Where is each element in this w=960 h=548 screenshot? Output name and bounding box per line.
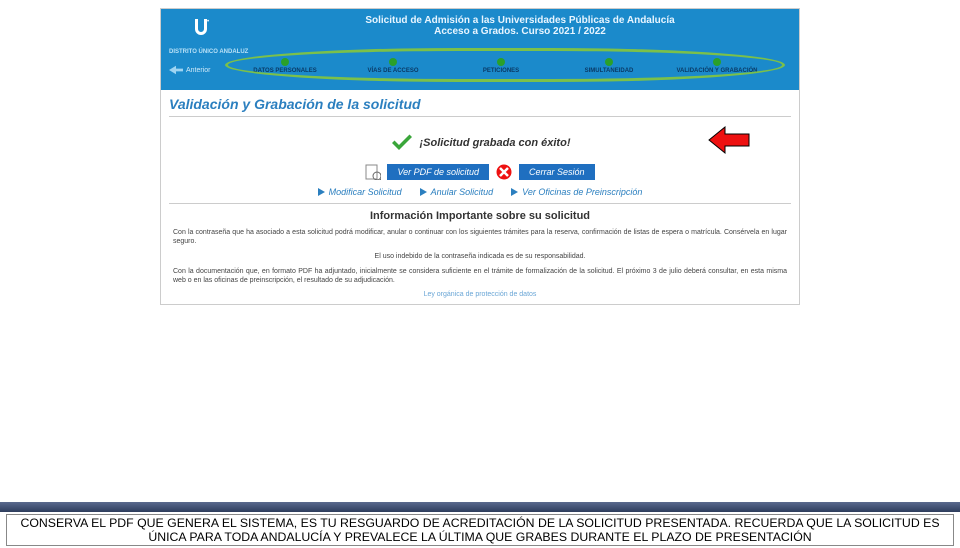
app-window: • Solicitud de Admisión a las Universida…	[160, 8, 800, 305]
view-pdf-button[interactable]: Ver PDF de solicitud	[387, 164, 489, 180]
modify-link[interactable]: Modificar Solicitud	[318, 187, 402, 197]
close-session-icon	[495, 163, 513, 181]
info-paragraph-2: El uso indebido de la contraseña indicad…	[169, 252, 791, 261]
step-validacion[interactable]: VALIDACIÓN Y GRABACIÓN	[663, 58, 771, 74]
attention-arrow-icon	[707, 125, 751, 155]
legal-link[interactable]: Ley orgánica de protección de datos	[169, 291, 791, 298]
step-vias-acceso[interactable]: VÍAS DE ACCESO	[339, 58, 447, 74]
success-message-row: ¡Solicitud grabada con éxito!	[169, 131, 791, 155]
secondary-links: Modificar Solicitud Anular Solicitud Ver…	[169, 187, 791, 204]
primary-actions: Ver PDF de solicitud Cerrar Sesión	[169, 163, 791, 181]
info-paragraph-1: Con la contraseña que ha asociado a esta…	[169, 228, 791, 246]
header-title-1: Solicitud de Admisión a las Universidade…	[241, 15, 799, 26]
slide-footer: CONSERVA EL PDF QUE GENERA EL SISTEMA, E…	[0, 502, 960, 546]
play-icon	[511, 188, 519, 196]
app-header: • Solicitud de Admisión a las Universida…	[161, 9, 799, 90]
pdf-icon	[365, 164, 381, 180]
check-icon	[390, 131, 414, 155]
offices-link[interactable]: Ver Oficinas de Preinscripción	[511, 187, 642, 197]
brand-logo: •	[161, 13, 241, 44]
header-title-2: Acceso a Grados. Curso 2021 / 2022	[241, 26, 799, 37]
main-content: Validación y Grabación de la solicitud ¡…	[161, 90, 799, 304]
info-title: Información Importante sobre su solicitu…	[169, 210, 791, 222]
play-icon	[318, 188, 326, 196]
info-paragraph-3: Con la documentación que, en formato PDF…	[169, 267, 791, 285]
step-simultaneidad[interactable]: SIMULTANEIDAD	[555, 58, 663, 74]
progress-steps: DATOS PERSONALES VÍAS DE ACCESO PETICION…	[231, 54, 789, 82]
step-peticiones[interactable]: PETICIONES	[447, 58, 555, 74]
close-session-button[interactable]: Cerrar Sesión	[519, 164, 595, 180]
play-icon	[420, 188, 428, 196]
back-label: Anterior	[186, 67, 211, 74]
footer-bar	[0, 502, 960, 512]
footer-note: CONSERVA EL PDF QUE GENERA EL SISTEMA, E…	[6, 514, 954, 546]
back-arrow-icon	[169, 65, 183, 75]
step-datos-personales[interactable]: DATOS PERSONALES	[231, 58, 339, 74]
success-text: ¡Solicitud grabada con éxito!	[420, 137, 571, 149]
section-title: Validación y Grabación de la solicitud	[169, 94, 791, 117]
svg-text:•: •	[207, 19, 209, 25]
back-button[interactable]: Anterior	[169, 65, 211, 75]
header-titles: Solicitud de Admisión a las Universidade…	[241, 13, 799, 37]
cancel-link[interactable]: Anular Solicitud	[420, 187, 494, 197]
